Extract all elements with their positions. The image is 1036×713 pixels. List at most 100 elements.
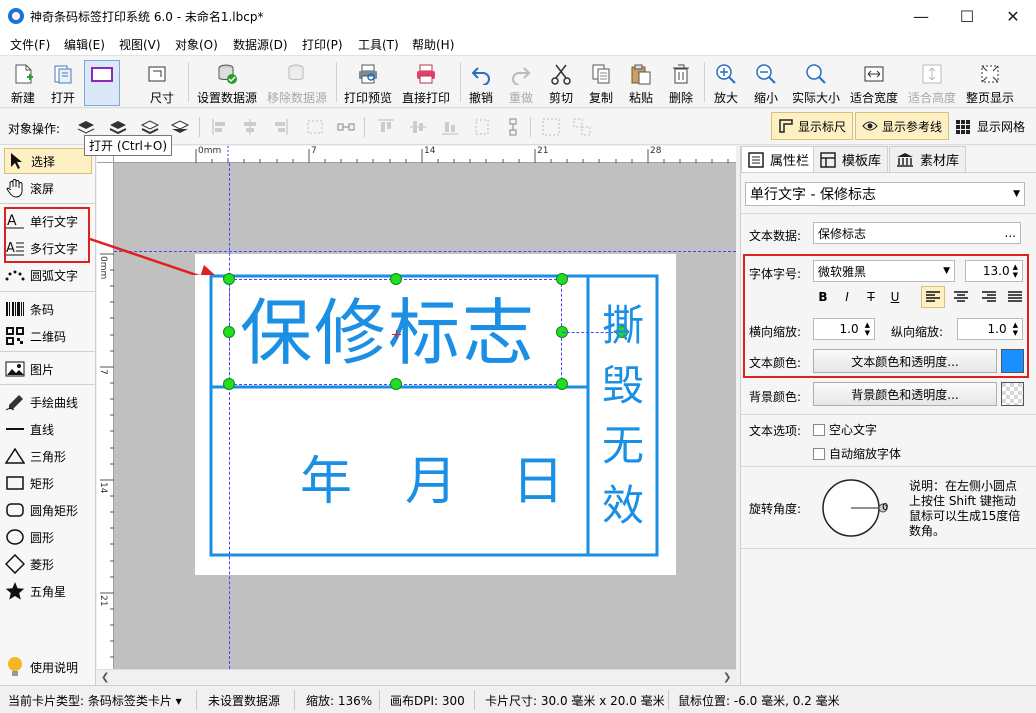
tool-rect[interactable]: 矩形: [4, 470, 92, 496]
tool-select[interactable]: 选择: [4, 148, 92, 174]
show-grid-toggle[interactable]: 显示网格: [955, 118, 1025, 135]
bg-color-button[interactable]: 背景颜色和透明度...: [813, 382, 997, 406]
stepper-arrows-icon[interactable]: ▲ ▼: [1013, 263, 1018, 279]
vscale-stepper[interactable]: 1.0 ▲ ▼: [957, 318, 1023, 340]
menu-edit[interactable]: 编辑(E): [64, 36, 105, 53]
zoom-in-button[interactable]: 放大: [711, 60, 741, 106]
align-center-h-icon[interactable]: [240, 117, 260, 137]
fit-width-button[interactable]: 适合宽度: [848, 60, 900, 106]
send-backward-icon[interactable]: [140, 117, 160, 137]
hscale-arrows-icon[interactable]: ▲ ▼: [865, 321, 870, 337]
align-right-text-icon[interactable]: [977, 286, 1001, 308]
menu-object[interactable]: 对象(O): [175, 36, 218, 53]
card-size-label-area[interactable]: 尺寸: [140, 60, 174, 106]
menu-file[interactable]: 文件(F): [10, 36, 50, 53]
resize-handle-n[interactable]: [390, 273, 402, 285]
direct-print-button[interactable]: 直接打印: [400, 60, 452, 106]
paste-button[interactable]: 粘贴: [626, 60, 656, 106]
scroll-left-icon[interactable]: ❮: [101, 672, 109, 683]
align-left-icon[interactable]: [210, 117, 230, 137]
text-data-more-button[interactable]: ...: [1005, 226, 1016, 240]
hscale-stepper[interactable]: 1.0 ▲ ▼: [813, 318, 875, 340]
menu-tools[interactable]: 工具(T): [358, 36, 399, 53]
delete-button[interactable]: 删除: [666, 60, 696, 106]
help-button[interactable]: 使用说明: [4, 654, 92, 680]
side-char-4[interactable]: 效: [602, 479, 644, 533]
zoom-out-button[interactable]: 缩小: [751, 60, 781, 106]
open-button[interactable]: 打开: [46, 60, 80, 106]
resize-handle-w[interactable]: [223, 326, 235, 338]
send-to-back-icon[interactable]: [170, 117, 190, 137]
align-middle-icon[interactable]: [408, 117, 428, 137]
align-bottom-icon[interactable]: [440, 117, 460, 137]
resize-handle-ne[interactable]: [556, 273, 568, 285]
tool-diamond[interactable]: 菱形: [4, 551, 92, 577]
autoscale-checkbox-box[interactable]: [813, 447, 825, 460]
font-size-stepper[interactable]: 13.0 ▲ ▼: [965, 260, 1023, 282]
text-data-input[interactable]: 保修标志 ...: [813, 222, 1021, 244]
distribute-v-spacing-icon[interactable]: [503, 117, 523, 137]
bg-color-swatch[interactable]: [1001, 382, 1024, 406]
show-ruler-toggle[interactable]: 显示标尺: [771, 112, 853, 140]
underline-button[interactable]: U: [886, 287, 904, 307]
bold-button[interactable]: B: [814, 287, 832, 307]
actual-size-button[interactable]: 实际大小: [790, 60, 842, 106]
scroll-right-icon[interactable]: ❯: [723, 672, 731, 683]
tool-freehand[interactable]: 手绘曲线: [4, 389, 92, 415]
date-day-text[interactable]: 日: [512, 439, 564, 514]
align-center-text-icon[interactable]: [949, 286, 973, 308]
align-left-text-icon[interactable]: [921, 286, 945, 308]
ungroup-icon[interactable]: [572, 117, 592, 137]
distribute-spacing-icon[interactable]: [336, 117, 356, 137]
text-color-button[interactable]: 文本颜色和透明度...: [813, 349, 997, 373]
status-card-type[interactable]: 当前卡片类型: 条码标签类卡片 ▾: [8, 692, 182, 709]
side-char-3[interactable]: 无: [602, 419, 644, 473]
menu-help[interactable]: 帮助(H): [412, 36, 454, 53]
undo-button[interactable]: 撤销: [466, 60, 496, 106]
maximize-button[interactable]: ☐: [944, 0, 990, 32]
card-size-button[interactable]: [84, 60, 120, 106]
distribute-v-icon[interactable]: [472, 117, 492, 137]
fit-page-button[interactable]: 整页显示: [964, 60, 1016, 106]
tool-qrcode[interactable]: 二维码: [4, 323, 92, 349]
distribute-h-icon[interactable]: [305, 117, 325, 137]
autoscale-font-checkbox[interactable]: 自动缩放字体: [813, 445, 901, 462]
strikethrough-button[interactable]: T: [862, 287, 880, 307]
remove-datasource-button[interactable]: 移除数据源: [266, 60, 328, 106]
tool-star[interactable]: 五角星: [4, 578, 92, 604]
tool-triangle[interactable]: 三角形: [4, 443, 92, 469]
minimize-button[interactable]: —: [898, 0, 944, 32]
justify-text-icon[interactable]: [1003, 286, 1027, 308]
object-selector[interactable]: 单行文字 - 保修标志 ▼: [745, 182, 1025, 206]
tool-line[interactable]: 直线: [4, 416, 92, 442]
resize-handle-sw[interactable]: [223, 378, 235, 390]
text-color-swatch[interactable]: [1001, 349, 1024, 373]
menu-view[interactable]: 视图(V): [119, 36, 161, 53]
vscale-arrows-icon[interactable]: ▲ ▼: [1013, 321, 1018, 337]
menu-datasource[interactable]: 数据源(D): [233, 36, 288, 53]
close-button[interactable]: ✕: [990, 0, 1036, 32]
tool-circle[interactable]: 圆形: [4, 524, 92, 550]
group-icon[interactable]: [541, 117, 561, 137]
fit-height-button[interactable]: 适合高度: [906, 60, 958, 106]
align-right-icon[interactable]: [270, 117, 290, 137]
menu-print[interactable]: 打印(P): [302, 36, 343, 53]
resize-handle-se[interactable]: [556, 378, 568, 390]
bring-forward-icon[interactable]: [108, 117, 128, 137]
font-name-select[interactable]: 微软雅黑 ▼: [813, 260, 955, 282]
redo-button[interactable]: 重做: [506, 60, 536, 106]
date-month-text[interactable]: 月: [405, 439, 457, 514]
side-char-2[interactable]: 毁: [602, 359, 644, 413]
bring-to-front-icon[interactable]: [76, 117, 96, 137]
new-button[interactable]: 新建: [6, 60, 40, 106]
tool-scroll[interactable]: 滚屏: [4, 175, 92, 201]
print-preview-button[interactable]: 打印预览: [342, 60, 394, 106]
label-title-text[interactable]: 保修标志: [240, 283, 536, 383]
tab-properties[interactable]: 属性栏: [741, 146, 817, 172]
set-datasource-button[interactable]: 设置数据源: [196, 60, 258, 106]
tool-barcode[interactable]: 条码: [4, 296, 92, 322]
italic-button[interactable]: I: [838, 287, 856, 307]
tab-templates[interactable]: 模板库: [813, 146, 889, 172]
tab-assets[interactable]: 素材库: [889, 146, 967, 172]
resize-handle-s[interactable]: [390, 378, 402, 390]
